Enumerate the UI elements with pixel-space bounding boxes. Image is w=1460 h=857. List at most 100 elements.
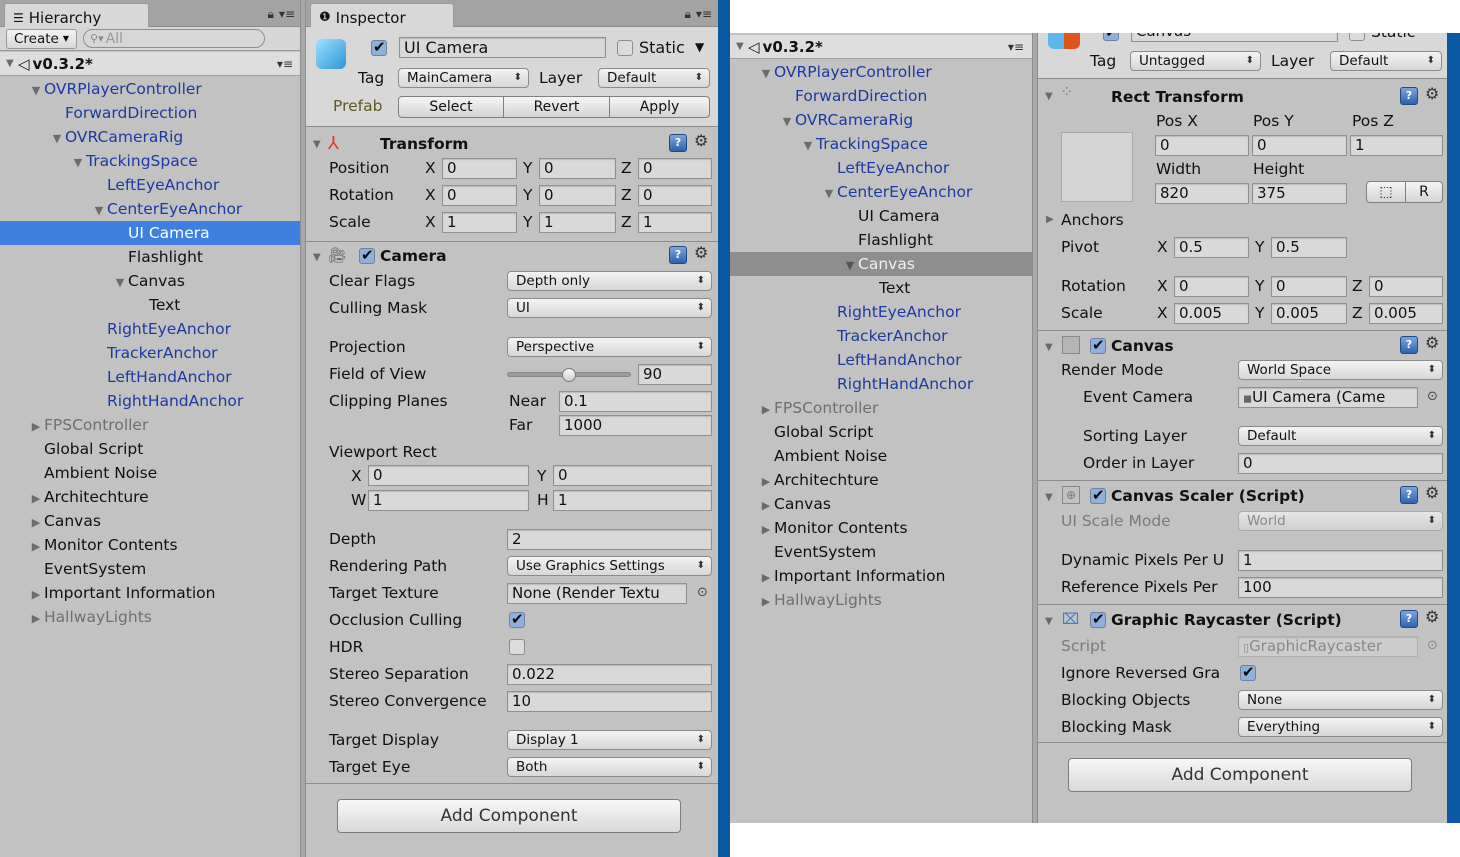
collapsed-arrow-icon[interactable]: ▶ xyxy=(28,415,44,439)
hdr-checkbox[interactable] xyxy=(509,639,525,655)
scale-y-field[interactable]: 0.005 xyxy=(1271,303,1347,324)
foldout-arrow-icon[interactable]: ▼ xyxy=(1045,342,1057,353)
hierarchy-item[interactable]: ▶ Monitor Contents xyxy=(730,516,1032,540)
hierarchy-item[interactable]: UI Camera xyxy=(730,204,1032,228)
foldout-arrow-icon[interactable]: ▼ xyxy=(313,252,325,263)
collapsed-arrow-icon[interactable]: ▶ xyxy=(758,518,774,542)
lock-icon[interactable]: 🔒︎ xyxy=(685,7,691,22)
scene-header[interactable]: ▼ ◁ v0.3.2* ▾≡ xyxy=(0,52,301,76)
hierarchy-item[interactable]: Flashlight xyxy=(730,228,1032,252)
hierarchy-tab[interactable]: ☰ Hierarchy xyxy=(4,3,149,28)
collapsed-arrow-icon[interactable]: ▶ xyxy=(758,470,774,494)
position-y-field[interactable]: 0 xyxy=(539,158,616,179)
hierarchy-item[interactable]: Ambient Noise xyxy=(730,444,1032,468)
raycaster-enabled-checkbox[interactable] xyxy=(1090,610,1106,628)
hierarchy-item[interactable]: ▼ Canvas xyxy=(0,269,301,293)
expanded-arrow-icon[interactable]: ▼ xyxy=(112,271,128,295)
hierarchy-item[interactable]: ▼ TrackingSpace xyxy=(0,149,301,173)
hierarchy-item[interactable]: EventSystem xyxy=(730,540,1032,564)
viewport-w-field[interactable]: 1 xyxy=(368,490,529,511)
rotation-x-field[interactable]: 0 xyxy=(442,185,517,206)
hierarchy-item[interactable]: ▶ Architechture xyxy=(0,485,301,509)
hierarchy-item[interactable]: ▶ FPSController xyxy=(730,396,1032,420)
foldout-arrow-icon[interactable]: ▼ xyxy=(1045,91,1057,102)
rotation-z-field[interactable]: 0 xyxy=(638,185,712,206)
hierarchy-item[interactable]: ▼ OVRCameraRig xyxy=(730,108,1032,132)
hierarchy-item[interactable]: LeftHandAnchor xyxy=(730,348,1032,372)
object-name-field[interactable]: Canvas xyxy=(1131,33,1338,42)
expanded-arrow-icon[interactable]: ▼ xyxy=(842,254,858,278)
hierarchy-item[interactable]: ▼ OVRCameraRig xyxy=(0,125,301,149)
gear-icon[interactable]: ⚙ xyxy=(1425,333,1439,352)
foldout-arrow-icon[interactable]: ▼ xyxy=(1045,492,1057,503)
fov-slider-thumb[interactable] xyxy=(562,368,576,382)
create-button[interactable]: Create ▼ xyxy=(6,28,78,49)
tag-dropdown[interactable]: Untagged xyxy=(1130,51,1261,71)
hierarchy-item[interactable]: Ambient Noise xyxy=(0,461,301,485)
expanded-arrow-icon[interactable]: ▼ xyxy=(28,79,44,103)
sorting-layer-dropdown[interactable]: Default xyxy=(1238,426,1443,446)
stereo-convergence-field[interactable]: 10 xyxy=(507,691,712,712)
help-icon[interactable]: ? xyxy=(1400,336,1418,354)
hierarchy-item[interactable]: LeftHandAnchor xyxy=(0,365,301,389)
hierarchy-item[interactable]: ▼ OVRPlayerController xyxy=(730,60,1032,84)
target-texture-field[interactable]: None (Render Textu xyxy=(507,583,687,604)
gear-icon[interactable]: ⚙ xyxy=(1425,483,1439,502)
canvas-scaler-enabled-checkbox[interactable] xyxy=(1090,486,1106,504)
occlusion-culling-checkbox[interactable] xyxy=(509,610,525,628)
anchors-foldout-icon[interactable]: ▶ xyxy=(1046,214,1058,225)
canvas-object-icon[interactable] xyxy=(1048,33,1080,49)
pos-y-field[interactable]: 0 xyxy=(1252,135,1347,156)
static-dropdown-icon[interactable]: ▼ xyxy=(695,40,704,54)
expanded-arrow-icon[interactable]: ▼ xyxy=(758,62,774,86)
far-field[interactable]: 1000 xyxy=(559,415,712,436)
expanded-arrow-icon[interactable]: ▼ xyxy=(49,127,65,151)
hierarchy-item[interactable]: Text xyxy=(730,276,1032,300)
viewport-h-field[interactable]: 1 xyxy=(553,490,712,511)
prefab-revert-button[interactable]: Revert xyxy=(503,96,610,118)
layer-dropdown[interactable]: Default xyxy=(1330,51,1442,71)
help-icon[interactable]: ? xyxy=(1400,610,1418,628)
menu-icon[interactable]: ▾≡ xyxy=(1008,40,1024,54)
foldout-arrow-icon[interactable]: ▼ xyxy=(313,139,325,150)
hierarchy-item[interactable]: ForwardDirection xyxy=(730,84,1032,108)
search-input[interactable]: ⚲▾ All xyxy=(83,29,266,48)
menu-icon[interactable]: ▾≡ xyxy=(279,7,295,22)
expanded-arrow-icon[interactable]: ▼ xyxy=(91,199,107,223)
culling-mask-dropdown[interactable]: UI xyxy=(507,298,712,318)
scale-y-field[interactable]: 1 xyxy=(539,212,616,233)
near-field[interactable]: 0.1 xyxy=(559,391,712,412)
active-checkbox[interactable] xyxy=(371,38,387,56)
hierarchy-item[interactable]: ▶ Important Information xyxy=(730,564,1032,588)
blocking-mask-dropdown[interactable]: Everything xyxy=(1238,717,1443,737)
menu-icon[interactable]: ▾≡ xyxy=(696,7,712,22)
hierarchy-item[interactable]: ▼ TrackingSpace xyxy=(730,132,1032,156)
reference-pixels-field[interactable]: 100 xyxy=(1238,577,1443,598)
gear-icon[interactable]: ⚙ xyxy=(694,243,708,262)
hierarchy-item[interactable]: LeftEyeAnchor xyxy=(0,173,301,197)
position-z-field[interactable]: 0 xyxy=(638,158,712,179)
help-icon[interactable]: ? xyxy=(669,246,687,264)
raw-edit-button[interactable]: R xyxy=(1405,181,1443,203)
target-display-dropdown[interactable]: Display 1 xyxy=(507,730,712,750)
pos-x-field[interactable]: 0 xyxy=(1155,135,1249,156)
width-field[interactable]: 820 xyxy=(1155,183,1249,204)
collapsed-arrow-icon[interactable]: ▶ xyxy=(28,535,44,559)
collapsed-arrow-icon[interactable]: ▶ xyxy=(758,398,774,422)
pos-z-field[interactable]: 1 xyxy=(1350,135,1443,156)
hierarchy-item[interactable]: Global Script xyxy=(730,420,1032,444)
ignore-reversed-checkbox[interactable] xyxy=(1240,663,1256,681)
hierarchy-item[interactable]: RightEyeAnchor xyxy=(730,300,1032,324)
layer-dropdown[interactable]: Default xyxy=(598,68,710,88)
collapsed-arrow-icon[interactable]: ▶ xyxy=(28,487,44,511)
height-field[interactable]: 375 xyxy=(1252,183,1347,204)
prefab-select-button[interactable]: Select xyxy=(398,96,504,118)
help-icon[interactable]: ? xyxy=(669,134,687,152)
add-component-button[interactable]: Add Component xyxy=(337,799,681,833)
hierarchy-item[interactable]: EventSystem xyxy=(0,557,301,581)
inspector-tab[interactable]: ❶ Inspector xyxy=(310,3,454,28)
expanded-arrow-icon[interactable]: ▼ xyxy=(800,134,816,158)
foldout-arrow-icon[interactable]: ▼ xyxy=(1045,616,1057,627)
scale-z-field[interactable]: 1 xyxy=(638,212,712,233)
expanded-arrow-icon[interactable]: ▼ xyxy=(70,151,86,175)
